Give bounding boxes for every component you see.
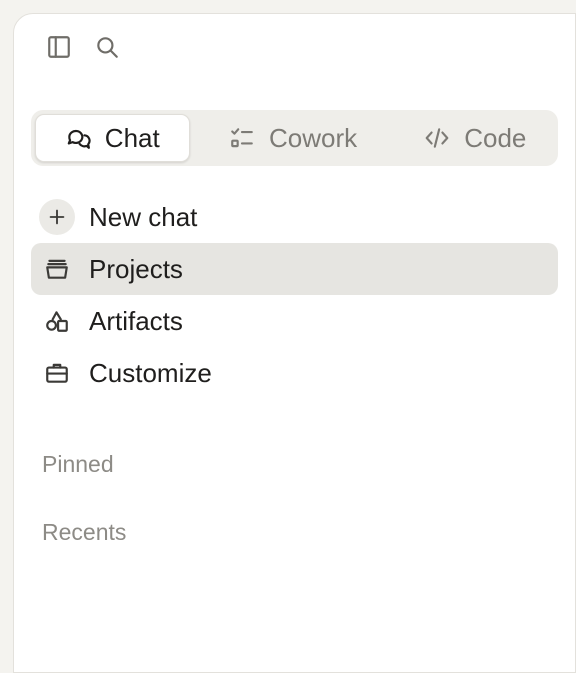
sidebar-panel: Chat Cowork Code New chat Projects Artif…	[13, 13, 576, 673]
sidebar-toggle-icon	[48, 36, 70, 58]
briefcase-icon	[39, 355, 75, 391]
sidebar-item-customize[interactable]: Customize	[31, 347, 558, 399]
tab-chat[interactable]: Chat	[35, 114, 190, 162]
search-icon	[97, 37, 118, 58]
sidebar-item-label: Customize	[89, 357, 212, 388]
code-icon	[425, 128, 449, 148]
shapes-icon	[39, 303, 75, 339]
folder-icon	[39, 251, 75, 287]
checklist-icon	[231, 128, 253, 148]
tab-code-label: Code	[464, 122, 527, 153]
section-pinned-heading: Pinned	[42, 451, 114, 477]
sidebar-item-artifacts[interactable]: Artifacts	[31, 295, 558, 347]
sidebar-toggle-button[interactable]	[44, 32, 74, 62]
tab-cowork-label: Cowork	[268, 122, 358, 153]
search-button[interactable]	[92, 32, 122, 62]
sidebar-item-label: New chat	[89, 201, 198, 232]
tab-cowork[interactable]: Cowork	[202, 114, 385, 162]
sidebar-topbar	[44, 32, 122, 62]
sidebar-item-label: Artifacts	[89, 305, 183, 336]
section-recents-heading: Recents	[42, 519, 127, 545]
sidebar-item-projects[interactable]: Projects	[31, 243, 558, 295]
plus-icon	[39, 199, 75, 235]
sidebar-item-label: Projects	[89, 253, 183, 284]
sidebar-nav: New chat Projects Artifacts Customize	[31, 191, 558, 399]
chat-bubbles-icon	[67, 129, 91, 149]
tab-code[interactable]: Code	[397, 114, 554, 162]
sidebar-item-new-chat[interactable]: New chat	[31, 191, 558, 243]
tab-chat-label: Chat	[104, 122, 160, 153]
mode-switch: Chat Cowork Code	[31, 110, 558, 166]
